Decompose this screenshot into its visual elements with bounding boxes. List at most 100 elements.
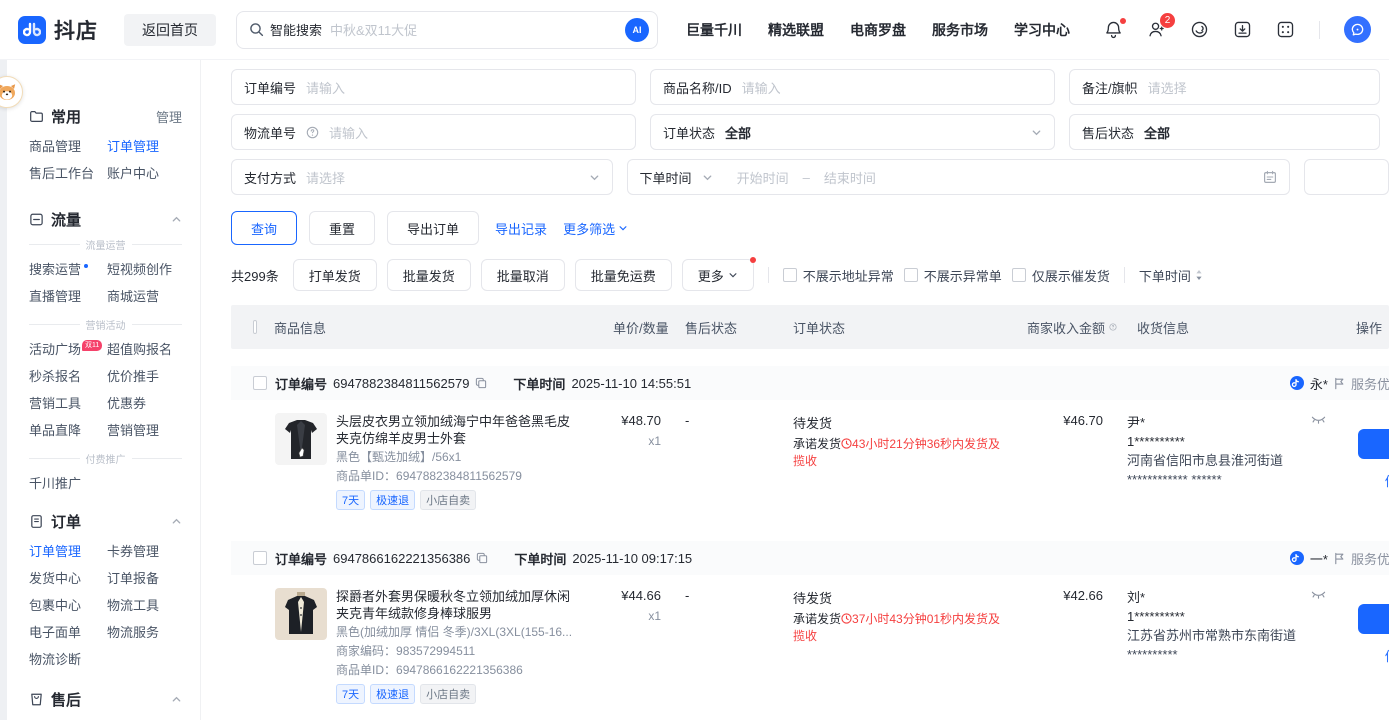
sidebar-item-wuliuzhenduan[interactable]: 物流诊断	[29, 646, 107, 673]
remark-flag-select[interactable]: 备注/旗帜 请选择	[1069, 69, 1380, 105]
chevron-up-icon[interactable]	[171, 694, 182, 705]
sidebar-item-dingdanbaobei[interactable]: 订单报备	[107, 565, 200, 592]
order-checkbox[interactable]	[253, 551, 267, 565]
modify-address-link[interactable]: 修	[1385, 646, 1389, 665]
product-title[interactable]: 头层皮衣男立领加绒海宁中年爸爸黑毛皮夹克仿绵羊皮男士外套	[336, 413, 576, 447]
calendar-icon	[1263, 170, 1277, 184]
batch-free-shipping-button[interactable]: 批量免运费	[575, 259, 672, 291]
product-title[interactable]: 探爵者外套男保暖秋冬立领加绒加厚休闲夹克青年绒款修身棒球服男	[336, 588, 576, 622]
clipped-filter-input[interactable]	[1304, 159, 1389, 195]
ship-button[interactable]	[1358, 604, 1389, 634]
eye-closed-icon[interactable]	[1311, 590, 1326, 601]
contacts-icon[interactable]: 2	[1147, 20, 1166, 39]
flag-icon[interactable]	[1333, 552, 1346, 565]
more-actions-button[interactable]: 更多	[682, 259, 754, 291]
buyer-name[interactable]: 一*	[1310, 549, 1328, 568]
sidebar-item-shouhougongzuotai[interactable]: 售后工作台	[29, 716, 107, 720]
product-cell: 头层皮衣男立领加绒海宁中年爸爸黑毛皮夹克仿绵羊皮男士外套 黑色【甄选加绒】/56…	[257, 413, 577, 510]
sidebar-item-sousuoyunying[interactable]: 搜索运营	[29, 256, 107, 283]
product-image[interactable]	[275, 588, 327, 640]
sidebar-item-danpinzhijiang[interactable]: 单品直降	[29, 417, 107, 444]
hide-abnormal-order-checkbox[interactable]: 不展示异常单	[904, 266, 1002, 285]
nav-juliang-qianchuan[interactable]: 巨量千川	[686, 20, 742, 40]
tracking-no-input[interactable]: 物流单号 请输入	[231, 114, 636, 150]
chevron-up-icon[interactable]	[171, 516, 182, 527]
notification-bell-icon[interactable]	[1104, 20, 1123, 39]
sidebar-item-youhuiquan[interactable]: 优惠券	[107, 390, 200, 417]
batch-cancel-button[interactable]: 批量取消	[481, 259, 565, 291]
copy-icon[interactable]	[475, 377, 487, 389]
notification-dot	[1120, 18, 1126, 24]
sidebar-item-huodongguangchang[interactable]: 活动广场双11	[29, 336, 107, 363]
order-time-label: 下单时间	[514, 549, 566, 568]
sidebar-item-chaozhigoubaoming[interactable]: 超值购报名	[107, 336, 200, 363]
order-no-input[interactable]: 订单编号 请输入	[231, 69, 636, 105]
order-status-select[interactable]: 订单状态 全部	[650, 114, 1055, 150]
ai-search-button[interactable]: AI	[625, 18, 649, 42]
service-avatar[interactable]	[1344, 16, 1371, 43]
nav-jingxuan-lianmeng[interactable]: 精选联盟	[768, 20, 824, 40]
query-button[interactable]: 查询	[231, 211, 297, 245]
pay-method-select[interactable]: 支付方式 请选择	[231, 159, 613, 195]
sort-by-order-time[interactable]: 下单时间	[1139, 266, 1203, 285]
ship-button[interactable]	[1358, 429, 1389, 459]
print-ship-button[interactable]: 打单发货	[293, 259, 377, 291]
product-name-input[interactable]: 商品名称/ID 请输入	[650, 69, 1055, 105]
sidebar-item-kaquanguanli[interactable]: 卡券管理	[107, 538, 200, 565]
product-image[interactable]	[275, 413, 327, 465]
modify-address-link[interactable]: 修	[1385, 471, 1389, 490]
sidebar-item-yingxiaogongju[interactable]: 营销工具	[29, 390, 107, 417]
eye-closed-icon[interactable]	[1311, 415, 1326, 426]
section-title-liuliang: 流量	[51, 209, 81, 230]
download-center-icon[interactable]	[1233, 20, 1252, 39]
buyer-name[interactable]: 永*	[1310, 374, 1328, 393]
order-checkbox[interactable]	[253, 376, 267, 390]
sidebar-item-qianchuantuiguang[interactable]: 千川推广	[29, 470, 107, 497]
headset-icon[interactable]	[1190, 20, 1209, 39]
sidebar-item-dianzimiandan[interactable]: 电子面单	[29, 619, 107, 646]
sidebar-item-dingdanguanli-top[interactable]: 订单管理	[107, 133, 200, 160]
sidebar-item-shangchengyunying[interactable]: 商城运营	[107, 283, 200, 310]
order-no-value: 6947882384811562579	[333, 376, 469, 391]
sidebar-item-fahuozhongxin[interactable]: 发货中心	[29, 565, 107, 592]
sidebar-item-zhiboguanli[interactable]: 直播管理	[29, 283, 107, 310]
nav-dianshang-luopan[interactable]: 电商罗盘	[850, 20, 906, 40]
copy-icon[interactable]	[476, 552, 488, 564]
sidebar-item-miaoshabaoming[interactable]: 秒杀报名	[29, 363, 107, 390]
nav-xuexi-zhongxin[interactable]: 学习中心	[1014, 20, 1070, 40]
batch-toolbar: 共299条 打单发货 批量发货 批量取消 批量免运费 更多 不展示地址异常 不展…	[231, 259, 1389, 291]
hide-address-abnormal-checkbox[interactable]: 不展示地址异常	[783, 266, 894, 285]
product-spec: 黑色【甄选加绒】/56x1	[336, 449, 576, 466]
folder-icon	[29, 109, 44, 124]
search-bar[interactable]: 智能搜索 中秋&双11大促 AI	[236, 11, 658, 49]
sidebar-item-yingxiaoguanli[interactable]: 营销管理	[107, 417, 200, 444]
reset-button[interactable]: 重置	[309, 211, 375, 245]
batch-ship-button[interactable]: 批量发货	[387, 259, 471, 291]
more-filters-link[interactable]: 更多筛选	[563, 219, 628, 238]
sidebar-item-shouhougongzuotai-top[interactable]: 售后工作台	[29, 160, 107, 187]
sidebar-item-wuliufuwu[interactable]: 物流服务	[107, 619, 200, 646]
service-priority-tag: 服务优先	[1351, 374, 1389, 393]
apps-grid-icon[interactable]	[1276, 20, 1295, 39]
sidebar-item-shangpinguanli[interactable]: 商品管理	[29, 133, 107, 160]
aftersale-status-select[interactable]: 售后状态 全部	[1069, 114, 1380, 150]
douyin-buyer-icon	[1289, 550, 1305, 566]
chevron-up-icon[interactable]	[171, 214, 182, 225]
sidebar-item-dingdanguanli[interactable]: 订单管理	[29, 538, 107, 565]
order-time-range[interactable]: 下单时间 开始时间 – 结束时间	[627, 159, 1291, 195]
only-urge-ship-checkbox[interactable]: 仅展示催发货	[1012, 266, 1110, 285]
douyin-buyer-icon	[1289, 375, 1305, 391]
export-orders-button[interactable]: 导出订单	[387, 211, 479, 245]
receiver-name: 刘*	[1127, 588, 1306, 607]
flag-icon[interactable]	[1333, 377, 1346, 390]
sidebar-item-youjiatuishou[interactable]: 优价推手	[107, 363, 200, 390]
sidebar-item-baoguozhongxin[interactable]: 包裹中心	[29, 592, 107, 619]
nav-fuwu-shichang[interactable]: 服务市场	[932, 20, 988, 40]
sidebar-item-zhanghuzhongxin[interactable]: 账户中心	[107, 160, 200, 187]
export-log-link[interactable]: 导出记录	[495, 219, 547, 238]
manage-link[interactable]: 管理	[156, 107, 182, 126]
sidebar-item-wuliugongju[interactable]: 物流工具	[107, 592, 200, 619]
sidebar-item-fuwugongdan[interactable]: 服务工单	[107, 716, 200, 720]
sidebar-item-duanshipinchuangzuo[interactable]: 短视频创作	[107, 256, 200, 283]
back-home-button[interactable]: 返回首页	[124, 14, 216, 46]
